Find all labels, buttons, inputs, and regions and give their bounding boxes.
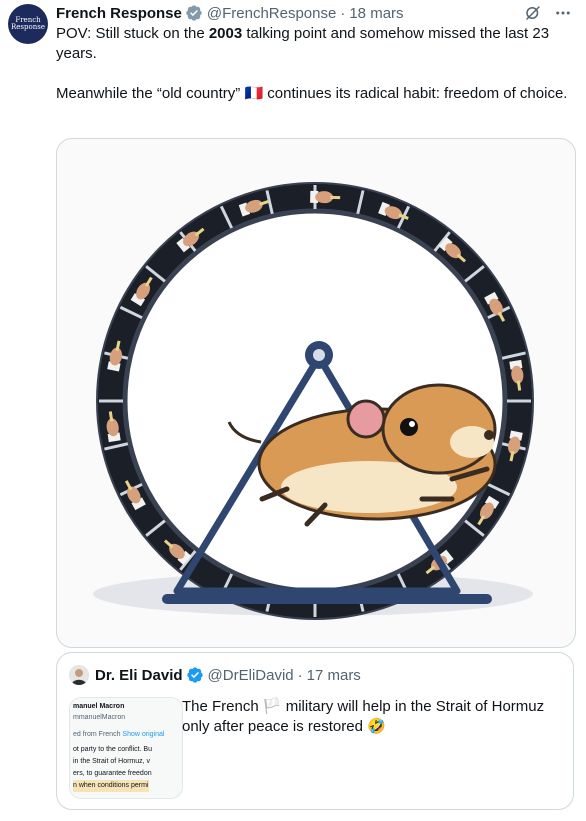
tweet-paragraph-1: POV: Still stuck on the 2003 talking poi…	[56, 24, 576, 64]
tweet-paragraph-2: Meanwhile the “old country” 🇫🇷 continues…	[56, 84, 576, 104]
quote-verified-badge-icon	[186, 667, 203, 683]
tweet-date[interactable]: 18 mars	[349, 5, 403, 22]
thumb-line: ed from French Show original	[73, 729, 164, 741]
header-separator: ·	[340, 4, 346, 22]
author-handle[interactable]: @FrenchResponse	[207, 5, 336, 22]
header-actions	[524, 4, 572, 22]
grok-icon[interactable]	[524, 4, 542, 22]
text-segment: Meanwhile the “old country”	[56, 85, 245, 102]
more-icon[interactable]	[554, 4, 572, 22]
text-segment: The French	[182, 698, 263, 715]
thumb-line: ers, to guarantee freedon	[73, 770, 152, 777]
quote-header: Dr. Eli David @DrEliDavid · 17 mars	[69, 665, 361, 685]
tweet-header: French Response @FrenchResponse · 18 mar…	[56, 2, 572, 24]
quote-separator: ·	[297, 666, 303, 684]
quote-text: The French 🏳️ military will help in the …	[182, 697, 566, 737]
thumb-line: ot party to the conflict. Bu	[73, 746, 152, 753]
quote-author-name[interactable]: Dr. Eli David	[95, 667, 183, 684]
text-segment: POV: Still stuck on the	[56, 25, 209, 42]
tweet-media-image[interactable]	[56, 138, 576, 648]
thumb-translated-label: ed from French	[73, 731, 121, 738]
text-segment: continues its radical habit: freedom of …	[263, 85, 568, 102]
thumb-line-highlighted: n when conditions permi	[73, 780, 149, 792]
verified-badge-icon	[186, 5, 202, 21]
quote-date[interactable]: 17 mars	[307, 667, 361, 684]
rofl-emoji: 🤣	[367, 718, 386, 735]
text-bold-segment: 2003	[208, 25, 243, 42]
quoted-tweet[interactable]: Dr. Eli David @DrEliDavid · 17 mars manu…	[56, 652, 574, 810]
hamster-wheel-illustration	[93, 182, 534, 620]
quote-media-thumbnail[interactable]: manuel Macron mmanuelMacron ed from Fren…	[69, 697, 183, 799]
quote-author-avatar[interactable]	[69, 665, 89, 685]
avatar-text-line2: Response	[11, 23, 45, 31]
tweet-text: POV: Still stuck on the 2003 talking poi…	[56, 24, 576, 104]
thumb-line: mmanuelMacron	[73, 714, 126, 721]
thumb-line: in the Strait of Hormuz, v	[73, 758, 151, 765]
white-flag-emoji: 🏳️	[262, 698, 282, 715]
author-avatar[interactable]: French Response	[8, 4, 48, 44]
author-name[interactable]: French Response	[56, 5, 182, 22]
france-flag-emoji: 🇫🇷	[244, 85, 264, 102]
quote-author-handle[interactable]: @DrEliDavid	[208, 667, 294, 684]
thumb-show-original-link: Show original	[122, 731, 165, 738]
